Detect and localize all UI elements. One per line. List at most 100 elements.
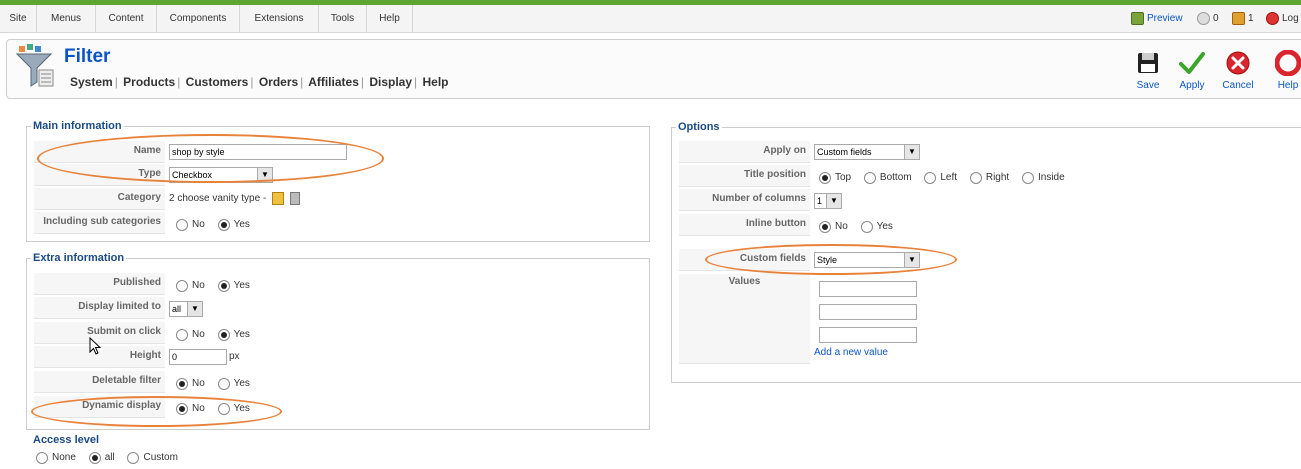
submit-on-click-radios: No Yes [174, 324, 258, 346]
lifebuoy-icon [1275, 50, 1301, 76]
sub-categories-label: Including sub categories [34, 212, 165, 234]
number-of-columns-select[interactable]: 1 ▼ [814, 193, 842, 209]
extra-information-legend: Extra information [31, 252, 127, 264]
chevron-down-icon: ▼ [904, 145, 919, 159]
dynamic-display-radios: No Yes [174, 398, 258, 420]
name-label: Name [34, 141, 165, 163]
title-left-radio[interactable] [924, 172, 937, 184]
chevron-down-icon: ▼ [904, 253, 919, 267]
submenu-display[interactable]: Display [369, 75, 412, 89]
category-value: 2 choose vanity type - [169, 188, 300, 210]
chevron-down-icon: ▼ [257, 168, 272, 182]
menu-tools[interactable]: Tools [319, 5, 367, 32]
name-input[interactable]: shop by style [169, 144, 347, 160]
admin-menubar: Site Menus Content Components Extensions… [0, 5, 1301, 33]
filter-component-icon [15, 44, 54, 87]
inline-button-label: Inline button [679, 214, 810, 236]
dynamic-display-yes-radio[interactable] [217, 403, 230, 415]
dynamic-display-label: Dynamic display [34, 396, 165, 418]
value-input-1[interactable] [819, 281, 917, 297]
submenu-products[interactable]: Products [123, 75, 175, 89]
sub-categories-radios: No Yes [174, 214, 258, 236]
title-right-radio[interactable] [969, 172, 982, 184]
custom-fields-label: Custom fields [679, 249, 810, 271]
deletable-filter-yes-radio[interactable] [217, 378, 230, 390]
inline-button-radios: No Yes [817, 216, 901, 238]
values-label: Values [679, 274, 810, 364]
deletable-filter-radios: No Yes [174, 373, 258, 395]
dynamic-display-no-radio[interactable] [176, 403, 188, 415]
apply-on-select[interactable]: Custom fields ▼ [814, 144, 920, 160]
access-level-radios: None all Custom [34, 448, 186, 464]
type-label: Type [34, 164, 165, 186]
logout-link[interactable]: Log [1266, 5, 1299, 32]
published-radios: No Yes [174, 275, 258, 297]
component-submenu: System | Products | Customers | Orders | Aff… [70, 75, 449, 89]
options-legend: Options [676, 121, 722, 133]
delete-category-icon[interactable] [289, 191, 300, 205]
menu-menus[interactable]: Menus [37, 5, 96, 32]
title-inside-radio[interactable] [1021, 172, 1034, 184]
title-position-label: Title position [679, 165, 810, 187]
sub-categories-no-radio[interactable] [176, 219, 188, 231]
menu-components[interactable]: Components [157, 5, 240, 32]
floppy-disk-icon [1138, 53, 1158, 73]
deletable-filter-label: Deletable filter [34, 371, 165, 393]
help-button[interactable]: Help [1268, 50, 1301, 91]
preview-link[interactable]: Preview [1131, 5, 1183, 32]
access-custom-radio[interactable] [127, 452, 140, 464]
deletable-filter-no-radio[interactable] [176, 378, 188, 390]
submenu-system[interactable]: System [70, 75, 113, 89]
submit-on-click-yes-radio[interactable] [217, 329, 230, 341]
published-yes-radio[interactable] [217, 280, 230, 292]
menu-content[interactable]: Content [96, 5, 157, 32]
logout-icon [1266, 11, 1279, 25]
title-top-radio[interactable] [819, 172, 831, 184]
display-limited-label: Display limited to [34, 297, 165, 319]
value-input-3[interactable] [819, 327, 917, 343]
value-input-2[interactable] [819, 304, 917, 320]
submenu-help[interactable]: Help [423, 75, 449, 89]
display-limited-select[interactable]: all ▼ [169, 301, 203, 317]
inline-yes-radio[interactable] [860, 221, 873, 233]
cancel-button[interactable]: Cancel [1214, 50, 1262, 91]
toolbar-box [6, 39, 1301, 99]
main-information-legend: Main information [31, 120, 124, 132]
cancel-x-icon [1226, 51, 1250, 75]
height-unit: px [229, 351, 240, 362]
preview-icon [1131, 11, 1144, 25]
add-new-value-link[interactable]: Add a new value [814, 342, 888, 364]
messages-icon [1197, 11, 1210, 25]
menu-help[interactable]: Help [367, 5, 413, 32]
access-none-radio[interactable] [36, 452, 48, 464]
messages-count[interactable]: 0 [1197, 5, 1219, 32]
number-of-columns-label: Number of columns [679, 189, 810, 211]
category-label: Category [34, 188, 165, 210]
checkmark-icon [1179, 52, 1205, 74]
mouse-cursor-icon [89, 337, 102, 355]
submenu-orders[interactable]: Orders [259, 75, 298, 89]
submenu-affiliates[interactable]: Affiliates [308, 75, 359, 89]
height-input[interactable]: 0 [169, 349, 227, 365]
users-icon [1232, 11, 1245, 25]
custom-fields-select[interactable]: Style ▼ [814, 252, 920, 268]
menu-site[interactable]: Site [0, 5, 37, 32]
edit-category-icon[interactable] [272, 191, 285, 205]
published-no-radio[interactable] [176, 280, 188, 292]
published-label: Published [34, 273, 165, 295]
menu-extensions[interactable]: Extensions [240, 5, 319, 32]
online-users-count[interactable]: 1 [1232, 5, 1254, 32]
sub-categories-yes-radio[interactable] [217, 219, 230, 231]
inline-no-radio[interactable] [819, 221, 831, 233]
chevron-down-icon: ▼ [826, 194, 841, 208]
submenu-customers[interactable]: Customers [186, 75, 249, 89]
access-level-title: Access level [33, 434, 100, 446]
access-all-radio[interactable] [88, 452, 101, 464]
save-button[interactable]: Save [1124, 50, 1172, 91]
apply-button[interactable]: Apply [1168, 50, 1216, 91]
type-select[interactable]: Checkbox ▼ [169, 167, 273, 183]
title-bottom-radio[interactable] [863, 172, 876, 184]
page-title: Filter [64, 46, 111, 67]
submit-on-click-no-radio[interactable] [176, 329, 188, 341]
chevron-down-icon: ▼ [187, 302, 202, 316]
